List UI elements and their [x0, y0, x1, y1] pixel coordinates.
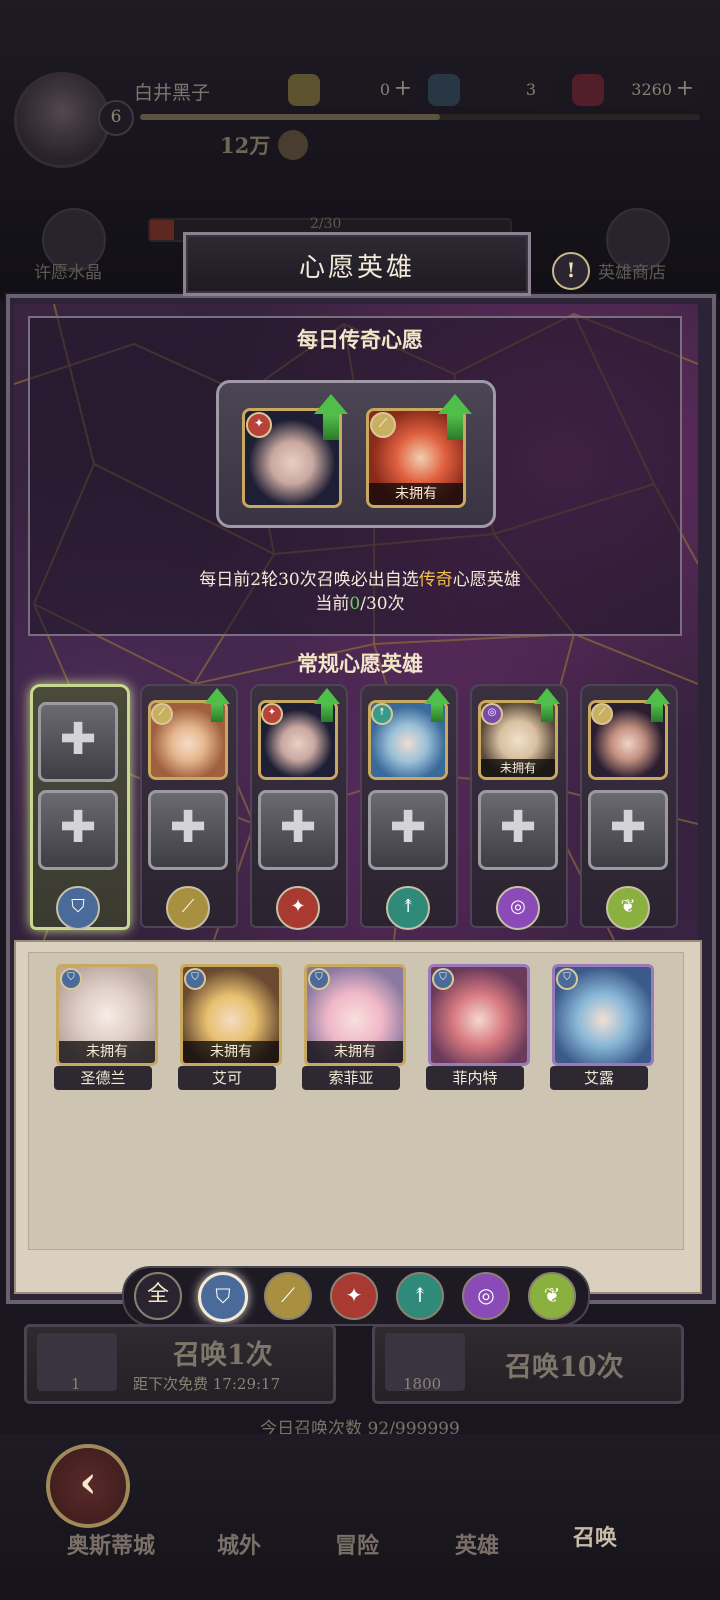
- hero-name: 艾可: [178, 1066, 276, 1090]
- leaf-icon: ❦: [606, 886, 650, 930]
- unowned-label: 未拥有: [369, 483, 463, 505]
- unowned-label: 未拥有: [59, 1041, 155, 1063]
- unowned-label: 未拥有: [307, 1041, 403, 1063]
- summon-once-label: 召唤1次: [173, 1340, 273, 1371]
- shield-icon: ⛉: [432, 968, 454, 990]
- shield-icon[interactable]: ⛉: [198, 1272, 248, 1322]
- flame-icon: ✦: [276, 886, 320, 930]
- hero-name: 艾露: [550, 1066, 648, 1090]
- empty-wish-slot[interactable]: ✚: [148, 790, 228, 870]
- up-arrow-icon: [314, 394, 348, 414]
- empty-wish-slot[interactable]: ✚: [368, 790, 448, 870]
- info-button[interactable]: !: [552, 252, 590, 290]
- empty-wish-slot[interactable]: ✚: [588, 790, 668, 870]
- up-arrow-stem: [651, 704, 663, 722]
- shield-icon: ⛉: [56, 886, 100, 930]
- current-prefix: 当前: [315, 594, 350, 614]
- daily-wish-title: 每日传奇心愿: [297, 327, 423, 352]
- sword-icon: ⟋: [166, 886, 210, 930]
- summon-ten-label: 召唤10次: [505, 1352, 624, 1383]
- shield-icon: ⛉: [556, 968, 578, 990]
- panel-title-banner: 心愿英雄: [183, 232, 531, 296]
- up-arrow-stem: [321, 704, 333, 722]
- leaf-icon[interactable]: ❦: [528, 1272, 576, 1320]
- regular-wish-title: 常规心愿英雄: [297, 651, 423, 676]
- shield-icon: ⛉: [184, 968, 206, 990]
- empty-wish-slot[interactable]: ✚: [38, 702, 118, 782]
- hero-name: 菲内特: [426, 1066, 524, 1090]
- shield-icon: ⛉: [60, 968, 82, 990]
- desc-prefix: 每日前2轮30次召唤必出自选: [199, 570, 419, 590]
- filter-all[interactable]: 全: [134, 1272, 182, 1320]
- current-value: 0: [349, 594, 361, 614]
- free-timer: 距下次免费 17:29:17: [133, 1375, 281, 1393]
- up-arrow-stem: [431, 704, 443, 722]
- flame-icon: ✦: [246, 412, 272, 438]
- summon-once-cost: 1: [71, 1375, 81, 1393]
- arrows-icon: ↟: [371, 703, 393, 725]
- nav-item-outside[interactable]: 城外: [174, 1528, 304, 1560]
- sword-icon: ⟋: [591, 703, 613, 725]
- up-arrow-icon: [314, 688, 340, 704]
- hero-name: 索菲亚: [302, 1066, 400, 1090]
- current-suffix: /30次: [360, 594, 405, 614]
- empty-wish-slot[interactable]: ✚: [478, 790, 558, 870]
- up-arrow-stem: [541, 704, 553, 722]
- flame-icon: ✦: [261, 703, 283, 725]
- shield-icon: ⛉: [308, 968, 330, 990]
- back-button[interactable]: ‹: [46, 1444, 130, 1528]
- sword-icon[interactable]: ⟋: [264, 1272, 312, 1320]
- daily-wish-description: 每日前2轮30次召唤必出自选传奇心愿英雄 当前0/30次: [0, 568, 720, 616]
- up-arrow-icon: [438, 394, 472, 414]
- up-arrow-stem: [447, 414, 463, 440]
- sword-icon: ⟋: [370, 412, 396, 438]
- up-arrow-stem: [323, 414, 339, 440]
- magic-icon[interactable]: ◎: [462, 1272, 510, 1320]
- up-arrow-icon: [644, 688, 670, 704]
- empty-wish-slot[interactable]: ✚: [38, 790, 118, 870]
- unowned-label: 未拥有: [183, 1041, 279, 1063]
- up-arrow-stem: [211, 704, 223, 722]
- up-arrow-icon: [424, 688, 450, 704]
- empty-wish-slot[interactable]: ✚: [258, 790, 338, 870]
- flame-icon[interactable]: ✦: [330, 1272, 378, 1320]
- sword-icon: ⟋: [151, 703, 173, 725]
- back-arrow-icon: ‹: [79, 1457, 97, 1508]
- up-arrow-icon: [204, 688, 230, 704]
- summon-ten-cost: 1800: [403, 1375, 442, 1393]
- panel-title: 心愿英雄: [298, 253, 415, 283]
- up-arrow-icon: [534, 688, 560, 704]
- magic-icon: ◎: [481, 703, 503, 725]
- unowned-label: 未拥有: [481, 759, 555, 777]
- hero-name: 圣德兰: [54, 1066, 152, 1090]
- nav-item-heroes[interactable]: 英雄: [412, 1528, 542, 1560]
- nav-item-adventure[interactable]: 冒险: [292, 1528, 422, 1560]
- magic-icon: ◎: [496, 886, 540, 930]
- arrows-icon: ↟: [386, 886, 430, 930]
- nav-item-city[interactable]: 奥斯蒂城: [46, 1528, 176, 1560]
- summon-once-button[interactable]: 1 召唤1次 距下次免费 17:29:17: [24, 1324, 336, 1404]
- desc-highlight: 传奇: [418, 570, 453, 590]
- arrows-icon[interactable]: ↟: [396, 1272, 444, 1320]
- desc-suffix: 心愿英雄: [452, 570, 521, 590]
- summon-ten-button[interactable]: 1800 召唤10次: [372, 1324, 684, 1404]
- nav-item-summon[interactable]: 召唤: [530, 1520, 660, 1552]
